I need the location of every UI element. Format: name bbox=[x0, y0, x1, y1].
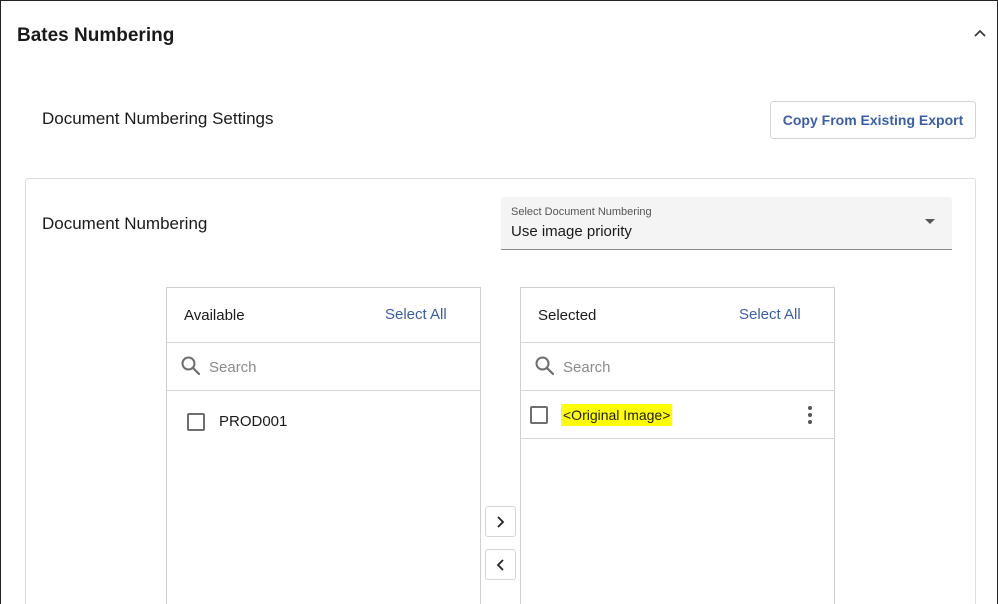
item-checkbox[interactable] bbox=[530, 406, 548, 424]
available-search-input[interactable] bbox=[209, 355, 464, 379]
select-caption: Select Document Numbering bbox=[511, 206, 652, 218]
more-options-icon[interactable] bbox=[805, 405, 815, 425]
available-title: Available bbox=[184, 307, 245, 324]
chevron-left-icon bbox=[496, 559, 504, 571]
selected-panel: Selected Select All <Original Image> bbox=[520, 287, 835, 604]
search-icon bbox=[534, 355, 556, 377]
move-right-button[interactable] bbox=[485, 506, 516, 537]
search-icon bbox=[180, 355, 202, 377]
chevron-right-icon bbox=[497, 516, 505, 528]
page-frame: Bates Numbering Document Numbering Setti… bbox=[0, 0, 998, 604]
selected-select-all-link[interactable]: Select All bbox=[739, 306, 801, 323]
settings-title: Document Numbering Settings bbox=[42, 109, 274, 128]
copy-from-existing-export-button[interactable]: Copy From Existing Export bbox=[770, 101, 976, 139]
document-numbering-label: Document Numbering bbox=[42, 214, 208, 233]
item-label: <Original Image> bbox=[561, 404, 673, 426]
chevron-up-icon[interactable] bbox=[970, 27, 990, 41]
selected-panel-header: Selected Select All bbox=[521, 288, 834, 343]
section-title: Bates Numbering bbox=[17, 25, 175, 46]
select-value: Use image priority bbox=[511, 223, 632, 240]
available-panel: Available Select All PROD001 bbox=[166, 287, 481, 604]
move-left-button[interactable] bbox=[485, 549, 516, 580]
available-search-row bbox=[167, 343, 480, 391]
available-select-all-link[interactable]: Select All bbox=[385, 306, 447, 323]
selected-search-input[interactable] bbox=[563, 355, 818, 379]
dropdown-arrow-icon[interactable] bbox=[925, 219, 935, 224]
selected-search-row bbox=[521, 343, 834, 391]
item-checkbox[interactable] bbox=[187, 413, 205, 431]
list-item[interactable]: PROD001 bbox=[167, 391, 480, 439]
item-label: PROD001 bbox=[219, 413, 288, 430]
available-panel-header: Available Select All bbox=[167, 288, 480, 343]
document-numbering-select[interactable]: Select Document Numbering Use image prio… bbox=[501, 197, 952, 250]
list-item[interactable]: <Original Image> bbox=[521, 391, 834, 439]
selected-title: Selected bbox=[538, 307, 597, 324]
